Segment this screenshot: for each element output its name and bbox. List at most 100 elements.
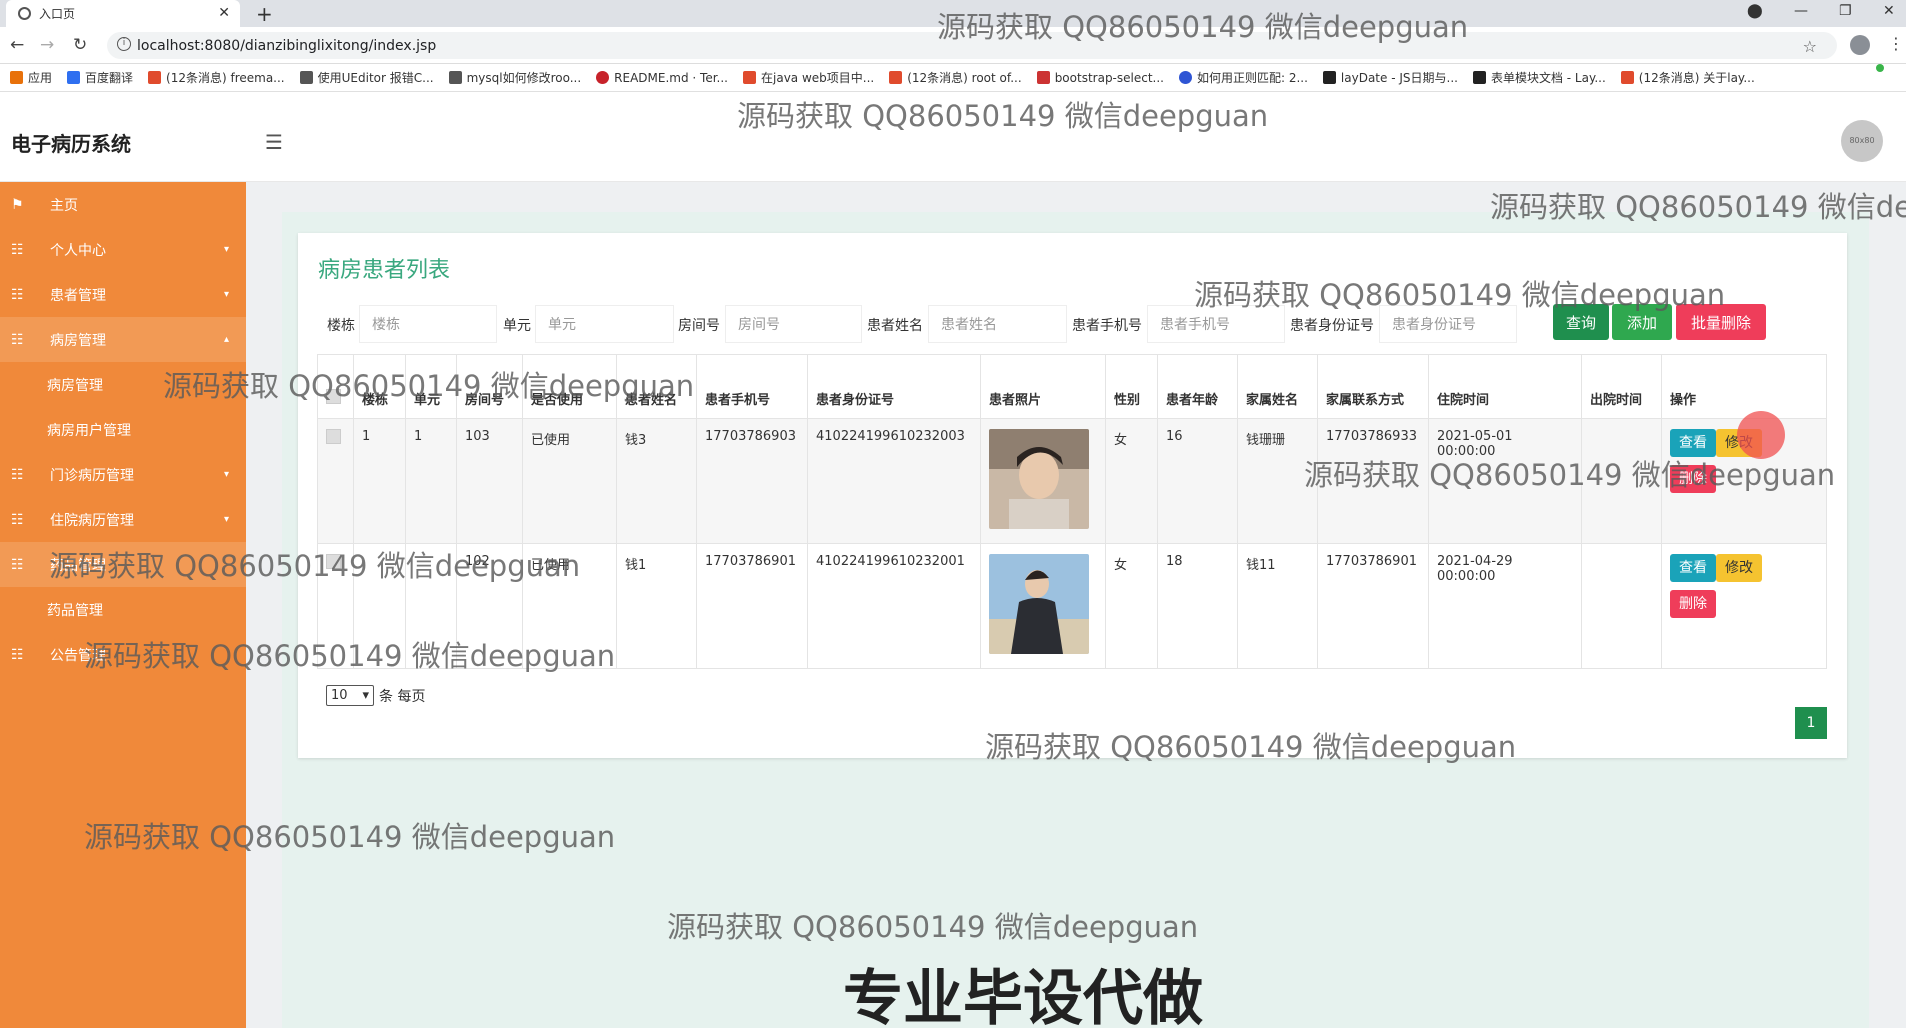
bookmark-item[interactable]: layDate - JS日期与... <box>1322 69 1458 86</box>
grid-icon: ☷ <box>11 466 24 483</box>
bookmark-star-icon[interactable]: ☆ <box>1803 37 1817 56</box>
chevron-up-icon: ▴ <box>224 334 230 345</box>
unit-input[interactable]: 单元 <box>535 305 674 343</box>
pagination-page-button[interactable]: 1 <box>1795 707 1827 739</box>
cell-photo <box>980 543 1106 669</box>
bookmark-item[interactable]: 百度翻译 <box>67 69 133 86</box>
cell-unit: 1 <box>405 418 457 544</box>
row-checkbox[interactable] <box>326 429 341 444</box>
sidebar-item-outpatient[interactable]: ☷ 门诊病历管理 ▾ <box>0 452 246 497</box>
cell-photo <box>980 418 1106 544</box>
row-select-cell[interactable] <box>317 418 354 544</box>
grid-icon: ☷ <box>11 511 24 528</box>
bookmark-icon <box>1322 71 1336 84</box>
bookmark-item[interactable]: README.md · Ter... <box>596 71 728 85</box>
filter-label-idcard: 患者身份证号 <box>1290 318 1374 334</box>
page-title: 病房患者列表 <box>318 258 451 283</box>
watermark: 源码获取 QQ86050149 微信deepguan <box>985 730 1517 764</box>
page-size-control: 10 ▾ 条 每页 <box>326 685 425 706</box>
room-input[interactable]: 房间号 <box>725 305 862 343</box>
bookmark-item[interactable]: (12条消息) 关于lay... <box>1620 69 1755 86</box>
edit-button[interactable]: 修改 <box>1716 554 1762 582</box>
forward-icon[interactable]: → <box>40 35 54 55</box>
column-header: 患者照片 <box>980 354 1106 419</box>
bookmark-item[interactable]: 应用 <box>10 69 52 86</box>
sidebar-item-profile[interactable]: ☷ 个人中心 ▾ <box>0 227 246 272</box>
sidebar-subitem-ward-users[interactable]: 病房用户管理 <box>0 407 246 452</box>
bookmark-item[interactable]: mysql如何修改roo... <box>448 69 581 86</box>
reload-icon[interactable]: ↻ <box>73 35 87 55</box>
info-icon[interactable]: i <box>117 37 131 51</box>
menu-toggle-icon[interactable]: ☰ <box>265 130 283 154</box>
cell-name: 钱3 <box>616 418 697 544</box>
bookmark-item[interactable]: 表单模块文档 - Lay... <box>1472 69 1606 86</box>
bookmark-icon <box>1620 71 1634 84</box>
watermark: 源码获取 QQ86050149 微信deepguan <box>84 820 616 854</box>
restore-icon[interactable]: ❐ <box>1839 3 1852 19</box>
bookmark-icon <box>448 71 462 84</box>
chevron-down-icon: ▾ <box>224 514 230 525</box>
browser-menu-icon[interactable]: ⋮ <box>1888 34 1904 53</box>
bookmark-item[interactable]: 使用UEditor 报错C... <box>299 69 434 86</box>
column-header: 出院时间 <box>1581 354 1662 419</box>
cell-building: 1 <box>353 418 406 544</box>
patient-photo <box>989 554 1089 654</box>
minimize-icon[interactable]: — <box>1794 3 1808 19</box>
sidebar-item-patients[interactable]: ☷ 患者管理 ▾ <box>0 272 246 317</box>
cell-room: 103 <box>456 418 523 544</box>
bookmark-item[interactable]: 如何用正则匹配: 2... <box>1178 69 1308 86</box>
sidebar-item-home[interactable]: ⚑ 主页 <box>0 182 246 227</box>
filter-label-unit: 单元 <box>503 318 531 334</box>
delete-button[interactable]: 删除 <box>1670 590 1716 618</box>
sidebar-item-inpatient[interactable]: ☷ 住院病历管理 ▾ <box>0 497 246 542</box>
close-window-icon[interactable]: ✕ <box>1883 3 1895 19</box>
sidebar-item-wards[interactable]: ☷ 病房管理 ▴ <box>0 317 246 362</box>
cell-family-name: 钱11 <box>1237 543 1318 669</box>
cell-actions: 查看修改 删除 <box>1661 543 1827 669</box>
watermark: 源码获取 QQ86050149 微信deepguan <box>1194 278 1726 312</box>
bookmark-icon <box>148 71 162 84</box>
profile-icon[interactable] <box>1850 35 1870 55</box>
filter-label-name: 患者姓名 <box>867 318 923 334</box>
chevron-down-icon: ▾ <box>224 469 230 480</box>
patient-name-input[interactable]: 患者姓名 <box>928 305 1067 343</box>
column-header: 患者身份证号 <box>807 354 981 419</box>
bookmark-item[interactable]: (12条消息) root of... <box>889 69 1022 86</box>
bookmark-icon <box>1036 71 1050 84</box>
chevron-down-icon: ▾ <box>224 289 230 300</box>
filter-label-room: 房间号 <box>678 318 720 334</box>
new-tab-icon[interactable]: + <box>256 2 273 26</box>
page-size-select[interactable]: 10 ▾ <box>326 685 374 706</box>
bookmark-icon <box>1472 71 1486 84</box>
bookmark-item[interactable]: (12条消息) freema... <box>148 69 285 86</box>
sidebar-item-label: 患者管理 <box>50 287 106 304</box>
cell-gender: 女 <box>1105 418 1158 544</box>
filter-label-phone: 患者手机号 <box>1072 318 1142 334</box>
page-size-label: 条 每页 <box>379 688 426 705</box>
bookmark-icon <box>743 71 756 84</box>
bookmark-item[interactable]: bootstrap-select... <box>1036 71 1164 85</box>
flag-icon: ⚑ <box>11 196 24 213</box>
view-button[interactable]: 查看 <box>1670 554 1716 582</box>
watermark: 源码获取 QQ86050149 微信deepguan <box>163 369 695 403</box>
building-input[interactable]: 楼栋 <box>359 305 497 343</box>
grid-icon: ☷ <box>11 241 24 258</box>
profile-down-icon[interactable]: ⬤ <box>1747 3 1763 19</box>
column-header: 性别 <box>1105 354 1158 419</box>
cell-discharge-time <box>1581 543 1662 669</box>
sidebar-item-label: 主页 <box>50 197 78 214</box>
avatar[interactable]: 80x80 <box>1841 120 1883 162</box>
browser-tab[interactable]: 入口页 ✕ <box>6 0 240 27</box>
bookmark-item[interactable]: 在java web项目中... <box>743 69 874 86</box>
bookmarks-bar: 应用 百度翻译 (12条消息) freema... 使用UEditor 报错C.… <box>0 64 1906 92</box>
bookmark-icon <box>67 71 81 84</box>
column-header: 患者手机号 <box>696 354 808 419</box>
cell-age: 16 <box>1157 418 1238 544</box>
back-icon[interactable]: ← <box>10 35 24 55</box>
sidebar-subitem-drug-manage[interactable]: 药品管理 <box>0 587 246 632</box>
cell-name: 钱1 <box>616 543 697 669</box>
tab-title: 入口页 <box>39 7 76 21</box>
cell-phone: 17703786903 <box>696 418 808 544</box>
close-tab-icon[interactable]: ✕ <box>218 5 230 21</box>
watermark: 源码获取 QQ86050149 微信deepguan <box>937 10 1469 44</box>
